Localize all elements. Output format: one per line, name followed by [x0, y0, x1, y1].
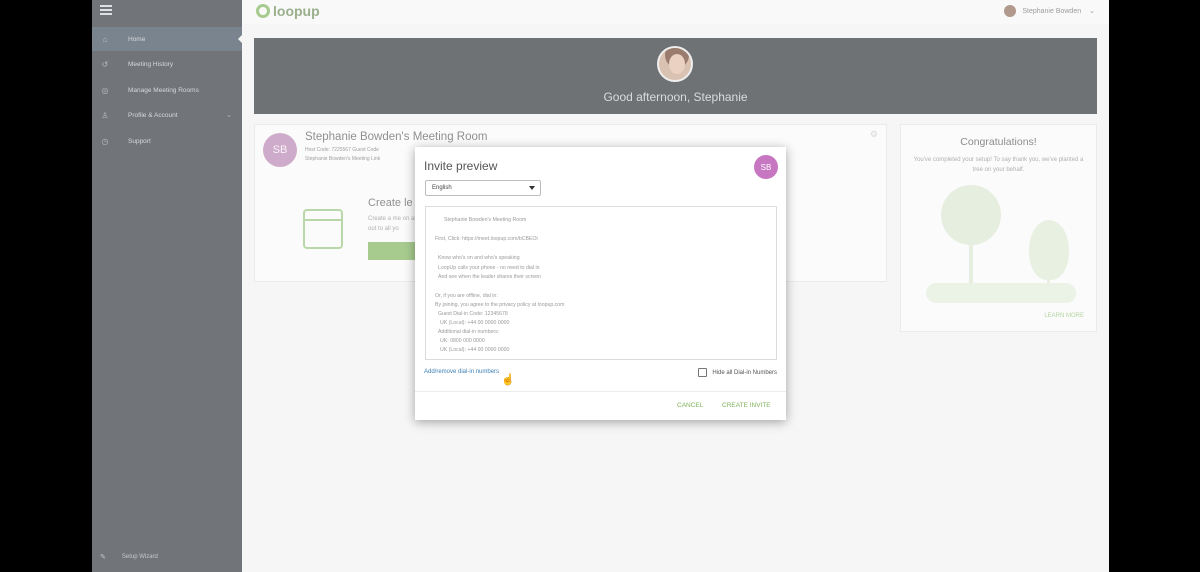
preview-line: By joining, you agree to the privacy pol…	[435, 302, 565, 308]
preview-line: UK: 0800 000 0000	[440, 338, 485, 344]
preview-line: Stephanie Bowden's Meeting Room	[444, 217, 527, 223]
invite-preview-text[interactable]: Stephanie Bowden's Meeting Room First, C…	[425, 206, 777, 360]
add-remove-dial-in-link[interactable]: Add/remove dial-in numbers	[424, 369, 499, 375]
app-screen: ⌂ Home ↺ Meeting History ◎ Manage Meetin…	[92, 0, 1109, 572]
checkbox[interactable]	[698, 368, 708, 377]
preview-line: Know who's on and who's speaking	[438, 255, 520, 261]
invite-preview-dialog: Invite preview SB English Stephanie Bowd…	[415, 147, 786, 420]
create-invite-button[interactable]: CREATE INVITE	[722, 402, 771, 409]
preview-line: Additional dial-in numbers:	[438, 329, 500, 335]
hide-dial-in-label: Hide all Dial-in Numbers	[712, 369, 777, 376]
language-select[interactable]: English	[425, 180, 541, 196]
preview-line: UK (Local): +44 00 0000 0000	[440, 347, 510, 353]
preview-line: And see when the leader shares their scr…	[438, 274, 541, 280]
dialog-title: Invite preview	[424, 159, 498, 173]
language-value: English	[432, 185, 452, 191]
cancel-button[interactable]: CANCEL	[677, 402, 703, 409]
divider	[415, 391, 786, 392]
hide-dial-in-toggle[interactable]: Hide all Dial-in Numbers	[698, 368, 777, 377]
preview-line: Guest Dial-in Code: 12345678	[438, 311, 508, 317]
preview-line: First, Click: https://meet.loopup.com/bC…	[435, 236, 538, 242]
preview-line: UK (Local): +44 00 0000 0000	[440, 320, 510, 326]
preview-line: Or, if you are offline, dial in:	[435, 293, 498, 299]
caret-down-icon	[529, 186, 535, 190]
preview-line: LoopUp calls your phone - no need to dia…	[438, 265, 540, 271]
avatar: SB	[754, 155, 778, 179]
hand-cursor-icon: ☝	[501, 374, 515, 386]
